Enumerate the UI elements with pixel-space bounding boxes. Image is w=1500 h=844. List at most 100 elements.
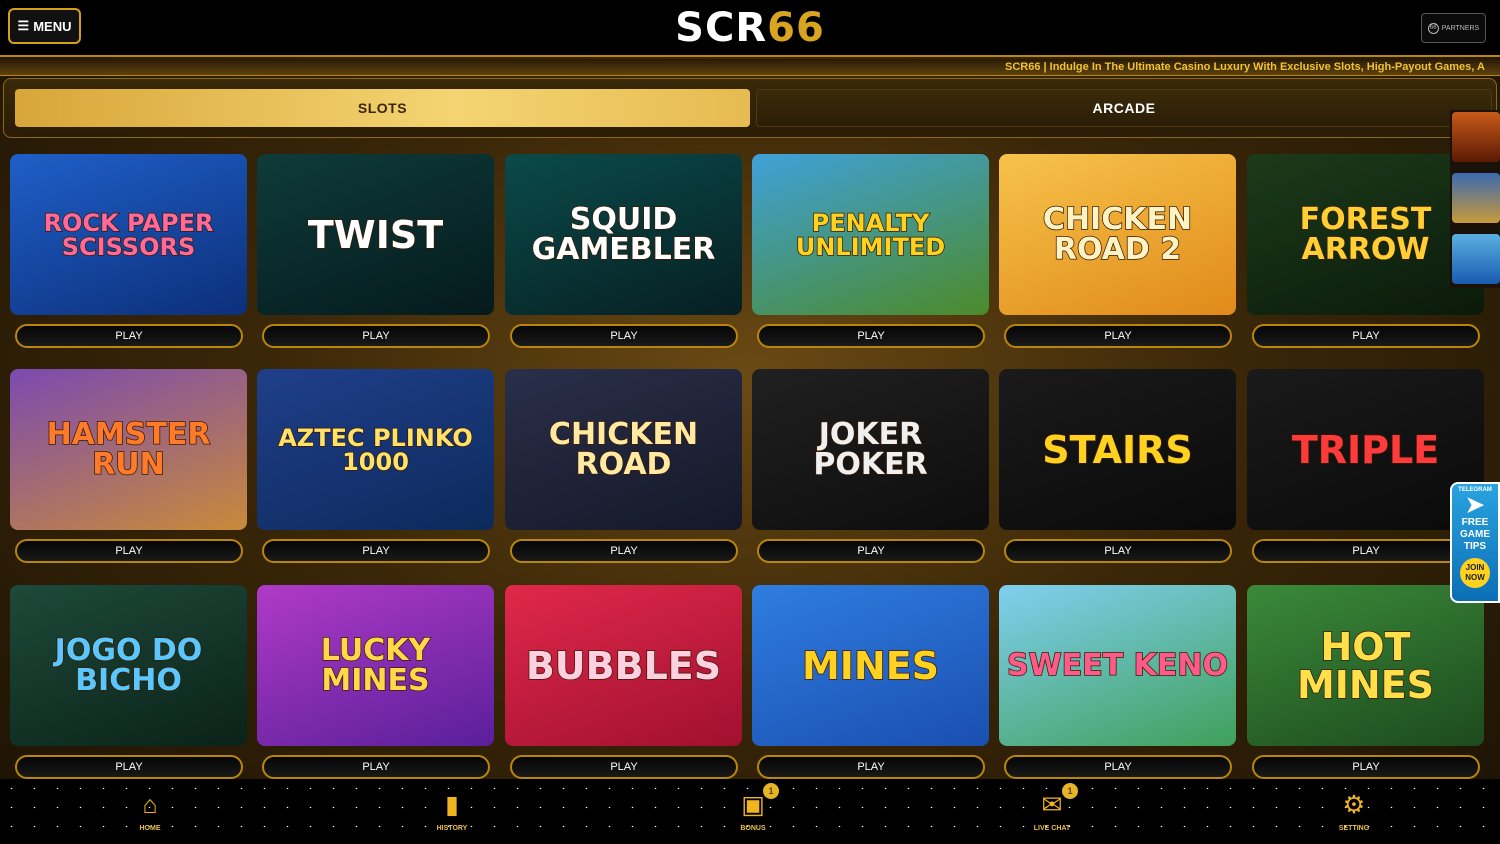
side-thumb[interactable] bbox=[1452, 234, 1500, 284]
play-button[interactable]: PLAY bbox=[1252, 755, 1480, 779]
game-title: CHICKEN ROAD 2 bbox=[1042, 201, 1193, 267]
play-button[interactable]: PLAY bbox=[15, 755, 243, 779]
game-card: CHICKEN ROAD PLAY bbox=[505, 369, 743, 565]
game-title: ROCK PAPER SCISSORS bbox=[43, 208, 214, 261]
game-thumbnail[interactable]: TWIST bbox=[257, 154, 494, 315]
game-thumbnail[interactable]: JOGO DO BICHO bbox=[10, 585, 247, 746]
play-button[interactable]: PLAY bbox=[757, 324, 985, 348]
play-button[interactable]: PLAY bbox=[757, 755, 985, 779]
join-line: NOW bbox=[1465, 573, 1485, 582]
menu-label: MENU bbox=[33, 18, 72, 34]
game-card: PENALTY UNLIMITED PLAY bbox=[752, 154, 990, 350]
history-icon: ▮ bbox=[445, 791, 459, 819]
site-logo[interactable]: SCR 66 bbox=[675, 5, 825, 51]
game-thumbnail[interactable]: HOT MINES bbox=[1247, 585, 1484, 746]
game-thumbnail[interactable]: FOREST ARROW bbox=[1247, 154, 1484, 315]
notification-badge: 1 bbox=[763, 783, 779, 799]
app-root: ☰ MENU SCR 66 66 PARTNERS SCR66 | Indulge… bbox=[0, 0, 1500, 844]
nav-label: HISTORY bbox=[436, 825, 468, 832]
announcement-marquee: SCR66 | Indulge In The Ultimate Casino L… bbox=[0, 59, 1500, 76]
partners-button[interactable]: 66 PARTNERS bbox=[1421, 13, 1486, 43]
tips-line: FREE bbox=[1461, 517, 1489, 528]
game-title: JOKER POKER bbox=[813, 416, 929, 482]
game-thumbnail[interactable]: PENALTY UNLIMITED bbox=[752, 154, 989, 315]
logo-text: SCR bbox=[675, 5, 768, 51]
nav-setting[interactable]: ⚙ SETTING bbox=[1319, 789, 1389, 841]
game-thumbnail[interactable]: TRIPLE bbox=[1247, 369, 1484, 530]
play-button[interactable]: PLAY bbox=[15, 539, 243, 563]
game-thumbnail[interactable]: STAIRS bbox=[999, 369, 1236, 530]
join-now-badge: JOIN NOW bbox=[1460, 558, 1490, 588]
nav-label: BONUS bbox=[740, 825, 766, 832]
game-title: TRIPLE bbox=[1291, 427, 1440, 472]
game-card: SQUID GAMEBLER PLAY bbox=[505, 154, 743, 350]
menu-button[interactable]: ☰ MENU bbox=[8, 8, 81, 44]
side-thumb[interactable] bbox=[1452, 112, 1500, 162]
game-thumbnail[interactable]: CHICKEN ROAD bbox=[505, 369, 742, 530]
notification-badge: 1 bbox=[1062, 783, 1078, 799]
game-card: BUBBLES PLAY bbox=[505, 585, 743, 781]
top-header: ☰ MENU SCR 66 66 PARTNERS bbox=[0, 0, 1500, 57]
tips-line: TIPS bbox=[1463, 541, 1487, 552]
nav-live-chat[interactable]: ✉ 1 LIVE CHAT bbox=[1017, 783, 1087, 841]
hamburger-icon: ☰ bbox=[17, 18, 30, 33]
play-button[interactable]: PLAY bbox=[15, 324, 243, 348]
game-title: FOREST ARROW bbox=[1299, 201, 1432, 267]
game-card: LUCKY MINES PLAY bbox=[257, 585, 495, 781]
play-button[interactable]: PLAY bbox=[1252, 539, 1480, 563]
game-card: TWIST PLAY bbox=[257, 154, 495, 350]
play-button[interactable]: PLAY bbox=[1004, 539, 1232, 563]
home-icon: ⌂ bbox=[142, 790, 158, 819]
game-thumbnail[interactable]: ROCK PAPER SCISSORS bbox=[10, 154, 247, 315]
game-card: MINES PLAY bbox=[752, 585, 990, 781]
game-thumbnail[interactable]: AZTEC PLINKO 1000 bbox=[257, 369, 494, 530]
logo-accent: 66 bbox=[767, 5, 825, 51]
game-thumbnail[interactable]: CHICKEN ROAD 2 bbox=[999, 154, 1236, 315]
tab-arcade[interactable]: ARCADE bbox=[756, 89, 1492, 127]
game-thumbnail[interactable]: MINES bbox=[752, 585, 989, 746]
game-thumbnail[interactable]: LUCKY MINES bbox=[257, 585, 494, 746]
nav-bonus[interactable]: ▣ 1 BONUS bbox=[718, 783, 788, 841]
telegram-tips-banner[interactable]: TELEGRAM ➤ FREE GAME TIPS JOIN NOW bbox=[1450, 482, 1500, 603]
side-thumb[interactable] bbox=[1452, 173, 1500, 223]
gift-icon: ▣ 1 bbox=[737, 783, 779, 821]
game-card: STAIRS PLAY bbox=[999, 369, 1237, 565]
play-button[interactable]: PLAY bbox=[510, 755, 738, 779]
game-card: SWEET KENO PLAY bbox=[999, 585, 1237, 781]
game-card: JOGO DO BICHO PLAY bbox=[10, 585, 248, 781]
game-title: HOT MINES bbox=[1296, 624, 1435, 707]
game-thumbnail[interactable]: HAMSTER RUN bbox=[10, 369, 247, 530]
telegram-plane-icon: ➤ bbox=[1465, 492, 1485, 517]
game-title: BUBBLES bbox=[525, 643, 722, 688]
game-thumbnail[interactable]: BUBBLES bbox=[505, 585, 742, 746]
category-tabs: SLOTS ARCADE bbox=[3, 78, 1497, 138]
play-button[interactable]: PLAY bbox=[510, 324, 738, 348]
game-card: ROCK PAPER SCISSORS PLAY bbox=[10, 154, 248, 350]
game-thumbnail[interactable]: JOKER POKER bbox=[752, 369, 989, 530]
game-card: HAMSTER RUN PLAY bbox=[10, 369, 248, 565]
game-thumbnail[interactable]: SQUID GAMEBLER bbox=[505, 154, 742, 315]
game-title: SWEET KENO bbox=[1006, 647, 1228, 683]
partners-logo-icon: 66 bbox=[1427, 22, 1439, 34]
play-button[interactable]: PLAY bbox=[262, 539, 490, 563]
game-title: HAMSTER RUN bbox=[46, 416, 211, 482]
bottom-nav: ⌂ HOME ▮ HISTORY ▣ 1 BONUS ✉ 1 LIVE CHAT ⚙… bbox=[0, 779, 1500, 844]
play-button[interactable]: PLAY bbox=[1252, 324, 1480, 348]
nav-label: HOME bbox=[139, 825, 161, 832]
play-button[interactable]: PLAY bbox=[1004, 324, 1232, 348]
join-line: JOIN bbox=[1465, 563, 1485, 572]
game-thumbnail[interactable]: SWEET KENO bbox=[999, 585, 1236, 746]
nav-history[interactable]: ▮ HISTORY bbox=[417, 789, 487, 841]
game-card: HOT MINES PLAY bbox=[1247, 585, 1485, 781]
play-button[interactable]: PLAY bbox=[262, 755, 490, 779]
play-button[interactable]: PLAY bbox=[510, 539, 738, 563]
game-card: CHICKEN ROAD 2 PLAY bbox=[999, 154, 1237, 350]
play-button[interactable]: PLAY bbox=[262, 324, 490, 348]
play-button[interactable]: PLAY bbox=[1004, 755, 1232, 779]
marquee-text: SCR66 | Indulge In The Ultimate Casino L… bbox=[1005, 61, 1485, 73]
tab-slots[interactable]: SLOTS bbox=[15, 89, 750, 127]
partners-label: PARTNERS bbox=[1441, 24, 1480, 32]
game-title: STAIRS bbox=[1041, 427, 1193, 472]
nav-home[interactable]: ⌂ HOME bbox=[115, 789, 185, 841]
play-button[interactable]: PLAY bbox=[757, 539, 985, 563]
